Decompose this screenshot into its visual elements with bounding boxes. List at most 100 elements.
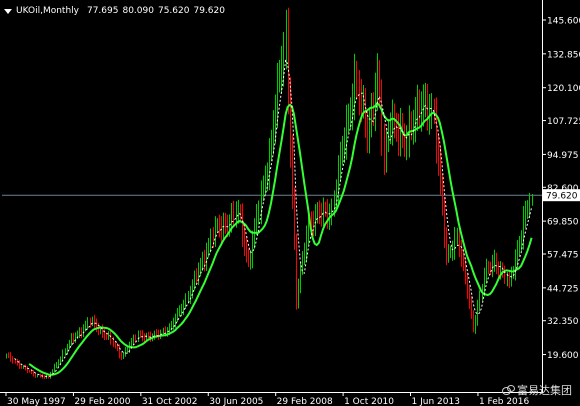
x-tick-label: 29 Feb 2000 [74, 397, 130, 406]
y-tick-label: 32.350 [547, 317, 579, 327]
candle [371, 92, 372, 138]
candle [54, 363, 55, 373]
candle [138, 330, 139, 343]
y-tick-label: 145.600 [547, 16, 580, 26]
candle [438, 133, 439, 176]
candle [379, 60, 380, 109]
candle [525, 200, 526, 229]
candle [127, 346, 128, 354]
chart-window[interactable]: 145.600132.850120.100107.72594.97582.600… [0, 0, 580, 406]
current-price-label: 79.620 [546, 192, 578, 202]
candle [196, 268, 197, 285]
candle [431, 93, 432, 129]
candle [507, 271, 508, 287]
candle [323, 197, 324, 227]
x-tick-label: 30 May 1997 [7, 397, 66, 406]
fast-ma-line [14, 59, 533, 378]
candle [179, 305, 180, 317]
candle [369, 107, 370, 154]
low-value: 75.620 [157, 6, 190, 16]
moving-averages [14, 59, 533, 378]
x-tick-label: 29 Feb 2008 [277, 397, 333, 406]
candle [406, 125, 407, 161]
candle [515, 249, 516, 281]
candle [17, 359, 18, 366]
candle [261, 180, 262, 225]
candle [258, 200, 259, 225]
candle [388, 118, 389, 153]
candle [256, 203, 257, 236]
candle [492, 254, 493, 278]
candle [479, 290, 480, 312]
candle [140, 330, 141, 338]
candle [413, 109, 414, 145]
candle [319, 200, 320, 225]
candle [233, 200, 234, 226]
candle [306, 225, 307, 262]
x-tick-label: 31 Oct 2002 [142, 397, 198, 406]
candle [269, 138, 270, 191]
candle [271, 129, 272, 162]
candle [444, 197, 445, 249]
candle [102, 324, 103, 338]
candle [286, 9, 287, 70]
candle [392, 99, 393, 146]
y-tick-label: 120.100 [547, 84, 580, 94]
open-value: 77.695 [86, 6, 119, 16]
candle [375, 72, 376, 132]
candle [56, 361, 57, 369]
symbol-label: UKOil,Monthly [16, 6, 79, 16]
watermark-text: 富易达集团 [517, 384, 572, 397]
candle [69, 339, 70, 350]
price-axis: 145.600132.850120.100107.72594.97582.600… [542, 16, 580, 361]
candle [288, 7, 289, 115]
candle [15, 359, 16, 364]
candle [463, 248, 464, 272]
candle [62, 349, 63, 361]
candle [206, 242, 207, 271]
y-tick-label: 107.725 [547, 117, 580, 127]
candle [131, 337, 132, 348]
candle [342, 135, 343, 165]
candle [246, 237, 247, 263]
candle [23, 365, 24, 369]
candle [181, 303, 182, 317]
candle [513, 266, 514, 279]
candle [523, 205, 524, 250]
candle [8, 352, 9, 359]
candle [427, 83, 428, 131]
candle [317, 202, 318, 224]
candle [321, 202, 322, 227]
close-value: 79.620 [193, 6, 225, 16]
candle [502, 262, 503, 278]
candle [248, 248, 249, 268]
candle [250, 249, 251, 270]
candle [356, 60, 357, 100]
chevron-down-icon[interactable] [4, 8, 12, 14]
candle [215, 216, 216, 247]
high-value: 80.090 [122, 6, 154, 16]
price-chart[interactable]: 145.600132.850120.100107.72594.97582.600… [0, 0, 580, 406]
candle [27, 365, 28, 374]
candle [494, 249, 495, 272]
candle [154, 330, 155, 340]
candle [79, 327, 80, 339]
x-tick-label: 30 Jun 2005 [209, 397, 263, 406]
candle [415, 97, 416, 143]
candle [469, 285, 470, 309]
candle [263, 175, 264, 202]
candle [121, 351, 122, 361]
candle [336, 179, 337, 211]
candle [488, 261, 489, 275]
candle [313, 210, 314, 236]
candle [532, 193, 533, 206]
candle [158, 329, 159, 340]
candle [486, 258, 487, 284]
y-tick-label: 132.850 [547, 50, 580, 60]
candle [44, 375, 45, 379]
candle [400, 107, 401, 157]
candle [279, 60, 280, 93]
candle [133, 334, 134, 345]
candle [217, 218, 218, 233]
candle [94, 314, 95, 329]
